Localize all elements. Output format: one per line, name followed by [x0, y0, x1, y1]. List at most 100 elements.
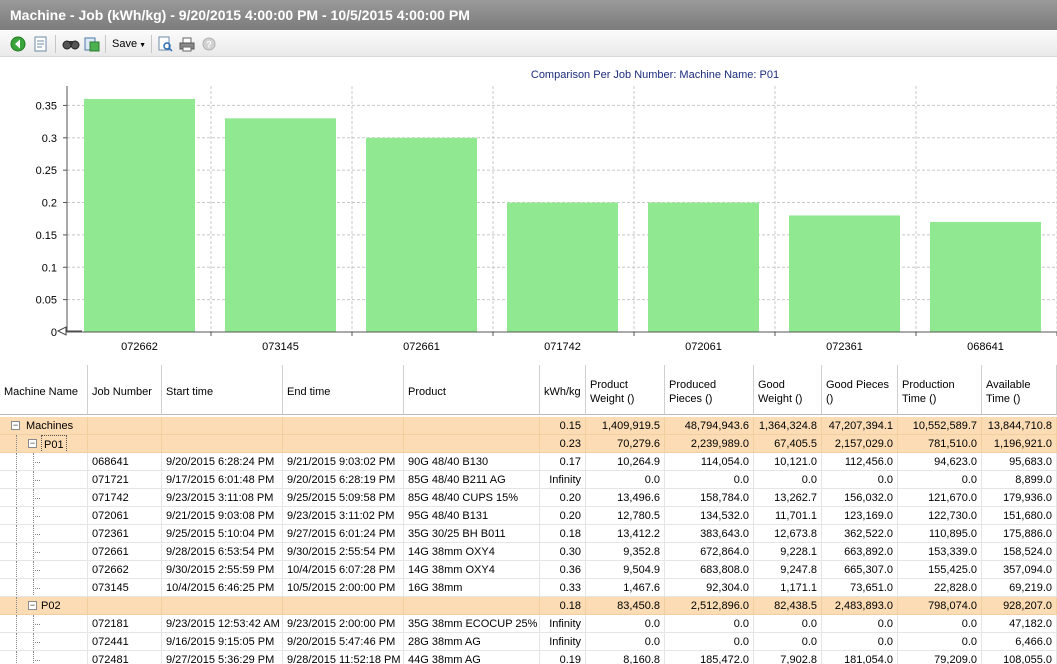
y-tick-label: 0.3 [42, 133, 57, 145]
cell-gweight: 67,405.5 [754, 435, 822, 453]
window-title: Machine - Job (kWh/kg) - 9/20/2015 4:00:… [0, 0, 1057, 30]
tree-node-label[interactable]: Machines [26, 417, 73, 434]
table-row[interactable]: 072662 9/30/2015 2:55:59 PM 10/4/2015 6:07… [0, 561, 1057, 579]
tree-node-label[interactable]: P02 [41, 597, 61, 614]
tree-lines [0, 525, 87, 542]
cell-job: 072481 [88, 651, 162, 664]
collapse-icon[interactable]: − [11, 421, 20, 430]
column-header[interactable]: Produced Pieces () [665, 365, 754, 415]
cell-ppieces: 185,472.0 [665, 651, 754, 664]
cell-end: 10/4/2015 6:07:28 PM [283, 561, 404, 579]
cell-ptime: 0.0 [898, 633, 982, 651]
cell-end: 9/23/2015 2:00:00 PM [283, 615, 404, 633]
tree-lines [0, 633, 87, 650]
cell-job: 068641 [88, 453, 162, 471]
print-preview-icon[interactable] [157, 35, 173, 53]
cell-gweight: 9,247.8 [754, 561, 822, 579]
table-row[interactable]: 071742 9/23/2015 3:11:08 PM 9/25/2015 5:09… [0, 489, 1057, 507]
table-row[interactable]: 071721 9/17/2015 6:01:48 PM 9/20/2015 6:28… [0, 471, 1057, 489]
cell-name [0, 633, 88, 651]
tree-line [16, 525, 17, 542]
cell-atime: 47,182.0 [982, 615, 1057, 633]
cell-gweight: 0.0 [754, 633, 822, 651]
cell-ppieces: 672,864.0 [665, 543, 754, 561]
tree-line [16, 615, 17, 632]
tree-line [33, 570, 40, 571]
cell-kwh: Infinity [540, 615, 586, 633]
column-header[interactable]: Job Number [88, 365, 162, 415]
column-header[interactable]: Production Time () [898, 365, 982, 415]
tree-line [16, 435, 17, 452]
column-header[interactable]: Available Time () [982, 365, 1057, 415]
cell-ppieces: 48,794,943.6 [665, 417, 754, 435]
cell-start: 9/20/2015 6:28:24 PM [162, 453, 283, 471]
cell-gweight: 7,902.8 [754, 651, 822, 664]
cell-pweight: 70,279.6 [586, 435, 665, 453]
tree-line [33, 642, 40, 643]
cell-kwh: 0.17 [540, 453, 586, 471]
tree-line [33, 480, 40, 481]
cell-atime: 179,936.0 [982, 489, 1057, 507]
cell-job [88, 417, 162, 435]
cell-gweight: 12,673.8 [754, 525, 822, 543]
cell-gpieces: 112,456.0 [822, 453, 898, 471]
collapse-icon[interactable]: − [28, 439, 37, 448]
cell-ppieces: 2,239,989.0 [665, 435, 754, 453]
print-icon[interactable] [179, 35, 195, 53]
column-header[interactable]: Start time [162, 365, 283, 415]
cell-pweight: 83,450.8 [586, 597, 665, 615]
cell-atime: 6,466.0 [982, 633, 1057, 651]
table-row[interactable]: 073145 10/4/2015 6:46:25 PM 10/5/2015 2:00… [0, 579, 1057, 597]
cell-ppieces: 0.0 [665, 615, 754, 633]
cell-end: 10/5/2015 2:00:00 PM [283, 579, 404, 597]
table-row[interactable]: 072441 9/16/2015 9:15:05 PM 9/20/2015 5:47… [0, 633, 1057, 651]
bar-chart: Comparison Per Job Number: Machine Name:… [0, 58, 1057, 360]
cell-product [404, 435, 540, 453]
document-icon[interactable] [33, 35, 49, 53]
cell-gweight: 0.0 [754, 615, 822, 633]
column-header[interactable]: Good Weight () [754, 365, 822, 415]
cell-kwh: Infinity [540, 633, 586, 651]
cell-pweight: 0.0 [586, 471, 665, 489]
group-row[interactable]: − Machines 0.15 1,409,919.5 48,794,943.6 1,36… [0, 417, 1057, 435]
table-row[interactable]: 068641 9/20/2015 6:28:24 PM 9/21/2015 9:03… [0, 453, 1057, 471]
table-row[interactable]: 072361 9/25/2015 5:10:04 PM 9/27/2015 6:01… [0, 525, 1057, 543]
save-menu[interactable]: Save ▼ [112, 35, 148, 53]
cell-name [0, 543, 88, 561]
column-header[interactable]: Product [404, 365, 540, 415]
cell-ptime: 110,895.0 [898, 525, 982, 543]
tree-lines [0, 579, 87, 596]
y-tick-label: 0.05 [36, 295, 57, 307]
column-header[interactable]: kWh/kg [540, 365, 586, 415]
export-icon[interactable] [83, 35, 101, 53]
column-header[interactable]: Product Weight () [586, 365, 665, 415]
tree-lines [0, 615, 87, 632]
find-icon[interactable] [62, 35, 80, 53]
table-row[interactable]: 072181 9/23/2015 12:53:42 AM 9/23/2015 2:0… [0, 615, 1057, 633]
cell-name [0, 561, 88, 579]
group-row[interactable]: − P02 0.18 83,450.8 2,512,896.0 82,438.5 2,483… [0, 597, 1057, 615]
table-row[interactable]: 072661 9/28/2015 6:53:54 PM 9/30/2015 2:55… [0, 543, 1057, 561]
help-icon[interactable]: ? [201, 35, 217, 53]
cell-start: 9/25/2015 5:10:04 PM [162, 525, 283, 543]
group-row[interactable]: − P01 0.23 70,279.6 2,239,989.0 67,405.5 2,157… [0, 435, 1057, 453]
cell-job: 071721 [88, 471, 162, 489]
x-tick-label: 072361 [826, 341, 863, 353]
tree-line [33, 624, 40, 625]
column-header[interactable]: Machine Name [0, 365, 88, 415]
tree-node-label[interactable]: P01 [41, 435, 67, 452]
column-header[interactable]: End time [283, 365, 404, 415]
column-header[interactable]: Good Pieces () [822, 365, 898, 415]
collapse-icon[interactable]: − [28, 601, 37, 610]
back-icon[interactable] [9, 35, 27, 53]
tree-line [33, 462, 40, 463]
tree-lines [0, 507, 87, 524]
table-row[interactable]: 072481 9/27/2015 5:36:29 PM 9/28/2015 11:5… [0, 651, 1057, 664]
cell-name [0, 651, 88, 664]
cell-kwh: 0.20 [540, 489, 586, 507]
cell-atime: 95,683.0 [982, 453, 1057, 471]
table-row[interactable]: 072061 9/21/2015 9:03:08 PM 9/23/2015 3:11… [0, 507, 1057, 525]
bar [507, 202, 618, 332]
cell-product: 90G 48/40 B130 [404, 453, 540, 471]
cell-job: 072361 [88, 525, 162, 543]
